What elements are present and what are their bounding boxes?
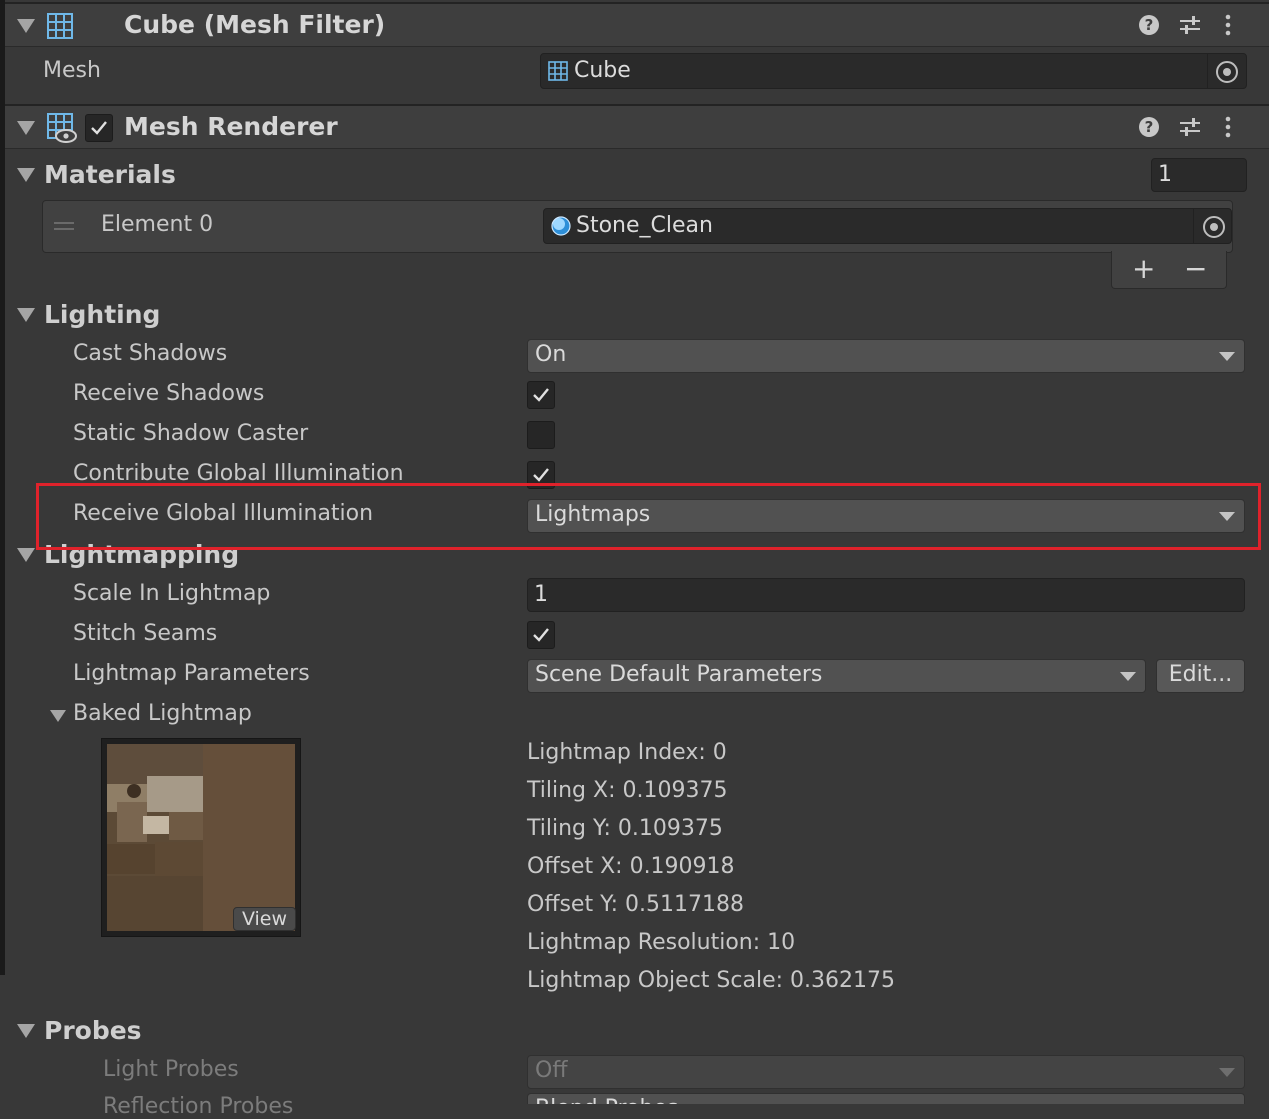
materials-label[interactable]: Materials <box>44 160 176 189</box>
remove-element-button[interactable]: − <box>1184 252 1207 285</box>
chevron-down-icon <box>1219 1068 1235 1077</box>
static-shadow-caster-label: Static Shadow Caster <box>73 421 309 446</box>
material-asset-icon <box>551 216 571 242</box>
help-icon[interactable]: ? <box>1138 116 1160 144</box>
field-divider <box>1193 209 1194 243</box>
edit-parameters-button[interactable]: Edit... <box>1156 659 1245 693</box>
add-element-button[interactable]: + <box>1132 252 1155 285</box>
svg-text:?: ? <box>1145 118 1154 136</box>
mesh-renderer-icon <box>47 113 77 149</box>
lighting-label[interactable]: Lighting <box>44 300 160 329</box>
materials-list: Element 0 Stone_Clean <box>42 200 1233 253</box>
mesh-value: Cube <box>574 58 631 83</box>
drag-handle-icon[interactable] <box>54 228 74 230</box>
stitch-seams-checkbox[interactable] <box>527 621 555 649</box>
material-field[interactable]: Stone_Clean <box>543 208 1232 244</box>
more-options-icon[interactable] <box>1224 116 1232 144</box>
offset-x-text: Offset X: 0.190918 <box>527 854 735 879</box>
static-shadow-caster-checkbox[interactable] <box>527 421 555 449</box>
lightmap-object-scale-text: Lightmap Object Scale: 0.362175 <box>527 968 895 993</box>
probes-label[interactable]: Probes <box>44 1016 142 1045</box>
chevron-down-icon <box>1219 352 1235 361</box>
mesh-field[interactable]: Cube <box>540 53 1247 89</box>
object-picker-icon[interactable] <box>1216 61 1238 83</box>
offset-y-text: Offset Y: 0.5117188 <box>527 892 744 917</box>
lightmap-resolution-text: Lightmap Resolution: 10 <box>527 930 796 955</box>
presets-icon[interactable] <box>1178 116 1202 144</box>
field-divider <box>1207 54 1208 88</box>
mesh-filter-icon <box>47 13 73 45</box>
presets-icon[interactable] <box>1178 14 1202 42</box>
tiling-y-text: Tiling Y: 0.109375 <box>527 816 723 841</box>
scale-in-lightmap-field[interactable]: 1 <box>527 578 1245 612</box>
materials-foldout-icon[interactable] <box>17 168 35 182</box>
chevron-down-icon <box>1120 672 1136 681</box>
reflection-probes-dropdown[interactable]: Blend Probes <box>527 1093 1245 1104</box>
help-icon[interactable]: ? <box>1138 14 1160 42</box>
material-value: Stone_Clean <box>576 213 713 238</box>
light-probes-dropdown[interactable]: Off <box>527 1055 1245 1089</box>
lighting-foldout-icon[interactable] <box>17 308 35 322</box>
highlight-box <box>36 483 1261 550</box>
tiling-x-text: Tiling X: 0.109375 <box>527 778 728 803</box>
receive-shadows-label: Receive Shadows <box>73 381 265 406</box>
lightmap-texture <box>107 744 295 931</box>
lightmap-preview-image[interactable]: View <box>101 738 301 937</box>
cast-shadows-label: Cast Shadows <box>73 341 228 366</box>
receive-shadows-checkbox[interactable] <box>527 381 555 409</box>
lightmap-parameters-value: Scene Default Parameters <box>535 662 823 687</box>
cast-shadows-dropdown[interactable]: On <box>527 339 1245 373</box>
object-picker-icon[interactable] <box>1203 216 1225 238</box>
stitch-seams-label: Stitch Seams <box>73 621 218 646</box>
view-lightmap-button[interactable]: View <box>233 907 296 931</box>
mesh-renderer-header[interactable]: Mesh Renderer ? <box>5 104 1269 149</box>
materials-count-field[interactable]: 1 <box>1151 158 1247 192</box>
more-options-icon[interactable] <box>1224 14 1232 42</box>
mesh-filter-header[interactable]: Cube (Mesh Filter) ? <box>5 2 1269 47</box>
list-add-remove-box: + − <box>1111 251 1227 289</box>
mesh-filter-foldout-icon[interactable] <box>17 19 35 33</box>
lightmap-index-text: Lightmap Index: 0 <box>527 740 727 765</box>
probes-foldout-icon[interactable] <box>17 1024 35 1038</box>
mesh-filter-title: Cube (Mesh Filter) <box>124 10 386 39</box>
lightmapping-foldout-icon[interactable] <box>17 548 35 562</box>
reflection-probes-label: Reflection Probes <box>103 1094 294 1119</box>
mesh-renderer-enabled-checkbox[interactable] <box>85 114 113 142</box>
light-probes-label: Light Probes <box>103 1057 239 1082</box>
baked-lightmap-foldout-icon[interactable] <box>50 710 66 722</box>
lightmap-parameters-dropdown[interactable]: Scene Default Parameters <box>527 659 1146 693</box>
mesh-asset-icon <box>548 61 568 87</box>
scale-in-lightmap-label: Scale In Lightmap <box>73 581 271 606</box>
baked-lightmap-label[interactable]: Baked Lightmap <box>73 701 252 726</box>
lightmap-parameters-label: Lightmap Parameters <box>73 661 310 686</box>
mesh-label: Mesh <box>43 58 101 83</box>
light-probes-value: Off <box>535 1058 568 1083</box>
mesh-renderer-title: Mesh Renderer <box>124 112 338 141</box>
mesh-renderer-foldout-icon[interactable] <box>17 121 35 135</box>
cast-shadows-value: On <box>535 342 567 367</box>
scale-in-lightmap-value: 1 <box>534 582 548 607</box>
drag-handle-icon[interactable] <box>54 222 74 224</box>
element-0-label: Element 0 <box>101 212 214 237</box>
materials-count-value: 1 <box>1158 162 1172 187</box>
svg-text:?: ? <box>1145 16 1154 34</box>
